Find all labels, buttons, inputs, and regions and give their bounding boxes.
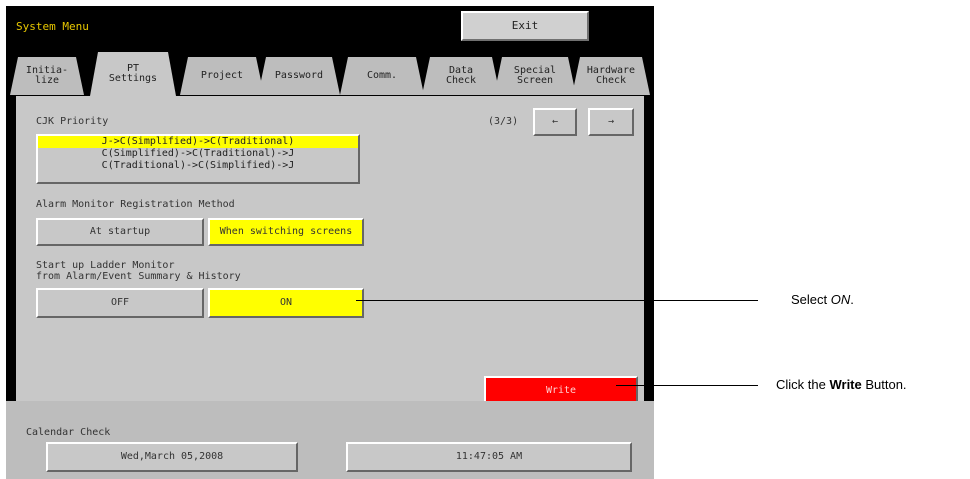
at-startup-button[interactable]: At startup [36,218,204,246]
tab-project[interactable]: Project [180,57,264,95]
tab-hardware-check[interactable]: Hardware Check [572,57,650,95]
page-indicator: (3/3) [488,116,519,127]
calendar-check-section: Calendar Check Wed,March 05,2008 11:47:0… [6,401,654,479]
tab-comm[interactable]: Comm. [340,57,424,95]
ladder-off-button[interactable]: OFF [36,288,204,318]
ladder-on-button[interactable]: ON [208,288,364,318]
tab-data-check[interactable]: Data Check [422,57,500,95]
exit-button[interactable]: Exit [461,11,589,41]
pt-screen: System Menu Exit Initia- lize PT Setting… [6,6,654,479]
tab-bar: Initia- lize PT Settings Project Passwor… [6,48,654,96]
tab-special-screen[interactable]: Special Screen [494,57,576,95]
cjk-option-1[interactable]: J->C(Simplified)->C(Traditional) [38,136,358,148]
prev-page-button[interactable]: ← [533,108,577,136]
cjk-option-2[interactable]: C(Simplified)->C(Traditional)->J [38,148,358,160]
title-bar: System Menu Exit [6,6,654,48]
time-display[interactable]: 11:47:05 AM [346,442,632,472]
when-switching-screens-button[interactable]: When switching screens [208,218,364,246]
calendar-check-label: Calendar Check [26,427,111,438]
window-title: System Menu [16,20,89,33]
cjk-priority-list: J->C(Simplified)->C(Traditional) C(Simpl… [36,134,360,184]
cjk-option-3[interactable]: C(Traditional)->C(Simplified)->J [38,160,358,172]
tab-initialize[interactable]: Initia- lize [10,57,84,95]
write-callout-line [616,385,758,386]
settings-panel: CJK Priority (3/3) ← → J->C(Simplified)-… [16,96,644,406]
date-display[interactable]: Wed,March 05,2008 [46,442,298,472]
write-annotation: Click the Write Button. [776,377,907,392]
cjk-priority-label: CJK Priority [36,116,109,127]
select-on-annotation: Select ON. [791,292,854,307]
alarm-method-label: Alarm Monitor Registration Method [36,199,235,210]
tab-password[interactable]: Password [258,57,340,95]
tab-pt-settings[interactable]: PT Settings [90,52,176,96]
ladder-monitor-label: Start up Ladder Monitor from Alarm/Event… [36,260,241,282]
next-page-button[interactable]: → [588,108,634,136]
select-on-callout-line [356,300,758,301]
